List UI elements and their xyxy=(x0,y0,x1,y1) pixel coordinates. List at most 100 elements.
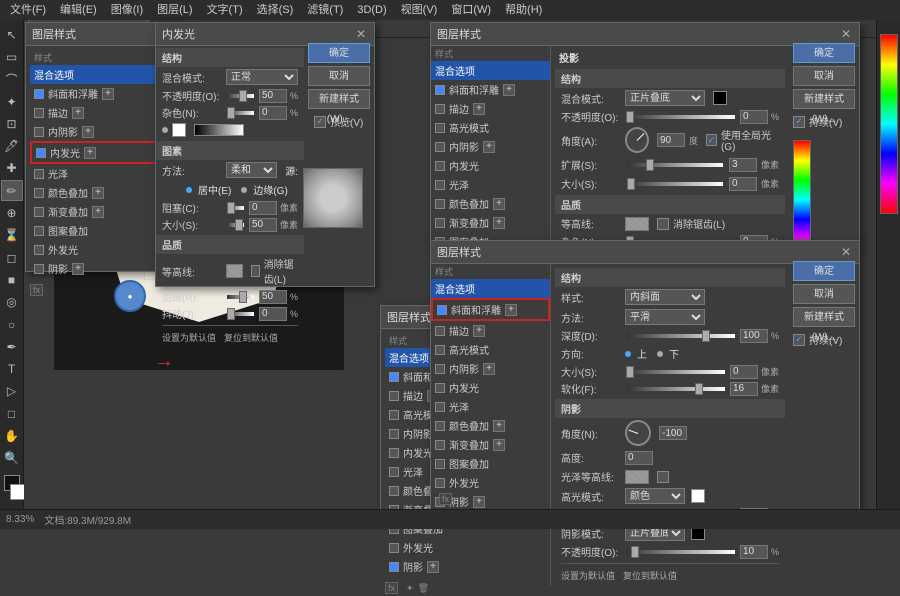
new-style-button-ig[interactable]: 新建样式(W)... xyxy=(308,89,370,109)
bevel2-ls-is[interactable]: 内阴影+ xyxy=(431,359,550,378)
bevel1-expand-is[interactable]: + xyxy=(483,141,495,153)
noise-thumb[interactable] xyxy=(227,107,235,119)
bevel1-ls-gradient[interactable]: 渐变叠加+ xyxy=(431,213,550,232)
menu-3d[interactable]: 3D(D) xyxy=(351,0,392,20)
tool-select-rect[interactable]: ▭ xyxy=(1,46,23,67)
noise-input[interactable] xyxy=(259,106,287,120)
bevel1-shadow-color[interactable] xyxy=(713,91,727,105)
ok-button-ig[interactable]: 确定 xyxy=(308,43,370,63)
bevel2-exp-ds[interactable]: + xyxy=(473,496,485,508)
jitter-slider[interactable] xyxy=(227,312,254,316)
dialog-close-bevel2[interactable]: ✕ xyxy=(839,245,853,259)
bevel1-ls-color[interactable]: 颜色叠加+ xyxy=(431,194,550,213)
ok-button-bevel2[interactable]: 确定 xyxy=(793,261,855,281)
bevel1-opacity-slider[interactable] xyxy=(626,115,735,119)
color-swatch[interactable] xyxy=(172,123,186,137)
menu-image[interactable]: 图像(I) xyxy=(105,0,149,20)
bevel1-opacity-thumb[interactable] xyxy=(626,111,634,123)
bevel2-ls-ig[interactable]: 内发光 xyxy=(431,378,550,397)
bevel1-expand-col[interactable]: + xyxy=(493,198,505,210)
preview-checkbox-bevel1[interactable] xyxy=(793,116,805,128)
bevel1-blend-select[interactable]: 正片叠底 xyxy=(625,90,705,106)
tool-path-select[interactable]: ▷ xyxy=(1,381,23,402)
method-select[interactable]: 柔和 xyxy=(226,162,277,178)
noise-slider[interactable] xyxy=(227,111,254,115)
cancel-button-bevel2[interactable]: 取消 xyxy=(793,284,855,304)
bevel2-soften-thumb[interactable] xyxy=(695,383,703,395)
menu-filter[interactable]: 滤镜(T) xyxy=(301,0,349,20)
choke-thumb[interactable] xyxy=(227,202,235,214)
menu-select[interactable]: 选择(S) xyxy=(251,0,300,20)
tool-healing[interactable]: ✚ xyxy=(1,158,23,179)
bevel1-ls-stroke[interactable]: 描边+ xyxy=(431,99,550,118)
bevel1-expand-stroke[interactable]: + xyxy=(473,103,485,115)
tool-eraser[interactable]: ◻ xyxy=(1,247,23,268)
bevel1-size-slider[interactable] xyxy=(627,163,723,167)
bevel1-smooth-cb[interactable] xyxy=(657,218,669,230)
bevel2-exp-stroke[interactable]: + xyxy=(473,325,485,337)
bevel2-shadow-opacity-thumb[interactable] xyxy=(631,546,639,558)
opacity-thumb[interactable] xyxy=(239,90,247,102)
opacity-input[interactable] xyxy=(259,89,287,103)
menu-text[interactable]: 文字(T) xyxy=(201,0,249,20)
dialog-close-bevel1[interactable]: ✕ xyxy=(839,27,853,41)
tool-gradient[interactable]: ■ xyxy=(1,269,23,290)
size-input[interactable] xyxy=(249,218,277,232)
menu-layer[interactable]: 图层(L) xyxy=(151,0,198,20)
bevel2-style-select[interactable]: 内斜面 xyxy=(625,289,705,305)
menu-window[interactable]: 窗口(W) xyxy=(445,0,497,20)
bevel2-ls-og[interactable]: 外发光 xyxy=(431,473,550,492)
expand-stroke[interactable]: + xyxy=(72,107,84,119)
radio-color[interactable] xyxy=(162,127,168,133)
tool-pen[interactable]: ✒ xyxy=(1,336,23,357)
bevel1-ls-inner-glow[interactable]: 内发光 xyxy=(431,156,550,175)
blend-mode-select[interactable]: 正常 xyxy=(226,69,298,85)
bevel1-expand-bevel[interactable]: + xyxy=(503,84,515,96)
bevel2-ls-pat[interactable]: 图案叠加 xyxy=(431,454,550,473)
bevel2-ls-col[interactable]: 颜色叠加+ xyxy=(431,416,550,435)
bevel1-size2-thumb[interactable] xyxy=(627,178,635,190)
dialog-close-ig[interactable]: ✕ xyxy=(354,27,368,41)
bevel2-shadow-opacity-input[interactable] xyxy=(740,545,768,559)
bevel1-ls-inner-shadow[interactable]: 内阴影+ xyxy=(431,137,550,156)
expand-gradient[interactable]: + xyxy=(92,206,104,218)
bevel2-depth-input[interactable] xyxy=(740,329,768,343)
bevel2-depth-slider[interactable] xyxy=(626,334,735,338)
preview-checkbox-bevel2[interactable] xyxy=(793,334,805,346)
bevel1-contour-swatch[interactable] xyxy=(625,217,649,231)
set-default-bevel2[interactable]: 设置为默认值 xyxy=(561,569,615,582)
color-palette-strip[interactable] xyxy=(880,34,898,214)
menu-file[interactable]: 文件(F) xyxy=(4,0,52,20)
contour-swatch[interactable] xyxy=(226,264,243,278)
reset-default-bevel2[interactable]: 复位到默认值 xyxy=(623,569,677,582)
jitter-input[interactable] xyxy=(259,307,287,321)
bevel2-size-input[interactable] xyxy=(730,365,758,379)
size-slider[interactable] xyxy=(227,223,244,227)
expand-color[interactable]: + xyxy=(92,187,104,199)
expand-inner-shadow[interactable]: + xyxy=(82,126,94,138)
tool-zoom[interactable]: 🔍 xyxy=(1,448,23,469)
bevel2-exp-col[interactable]: + xyxy=(493,420,505,432)
bevel2-altitude-input[interactable] xyxy=(625,451,653,465)
menu-edit[interactable]: 编辑(E) xyxy=(54,0,103,20)
bevel2-method-select[interactable]: 平滑 xyxy=(625,309,705,325)
range-input[interactable] xyxy=(259,290,287,304)
bevel2-angle-dial[interactable] xyxy=(625,420,651,446)
menu-view[interactable]: 视图(V) xyxy=(395,0,444,20)
radio-up[interactable] xyxy=(625,351,631,357)
set-default-ig[interactable]: 设置为默认值 xyxy=(162,331,216,344)
tool-move[interactable]: ↖ xyxy=(1,24,23,45)
tool-shape[interactable]: □ xyxy=(1,403,23,424)
bevel2-hl-mode-select[interactable]: 颜色 xyxy=(625,488,685,504)
expand-drop-shadow[interactable]: + xyxy=(72,263,84,275)
smooth-checkbox[interactable] xyxy=(251,265,260,277)
tool-hand[interactable]: ✋ xyxy=(1,425,23,446)
tool-brush[interactable]: ✏ xyxy=(1,180,23,201)
bevel1-angle-dial[interactable] xyxy=(625,127,649,153)
expand-inner-glow[interactable]: + xyxy=(84,147,96,159)
cancel-button-ig[interactable]: 取消 xyxy=(308,66,370,86)
bevel1-expand-grad[interactable]: + xyxy=(493,217,505,229)
menu-help[interactable]: 帮助(H) xyxy=(499,0,548,20)
radio-down[interactable] xyxy=(657,351,663,357)
tool-dodge[interactable]: ○ xyxy=(1,314,23,335)
